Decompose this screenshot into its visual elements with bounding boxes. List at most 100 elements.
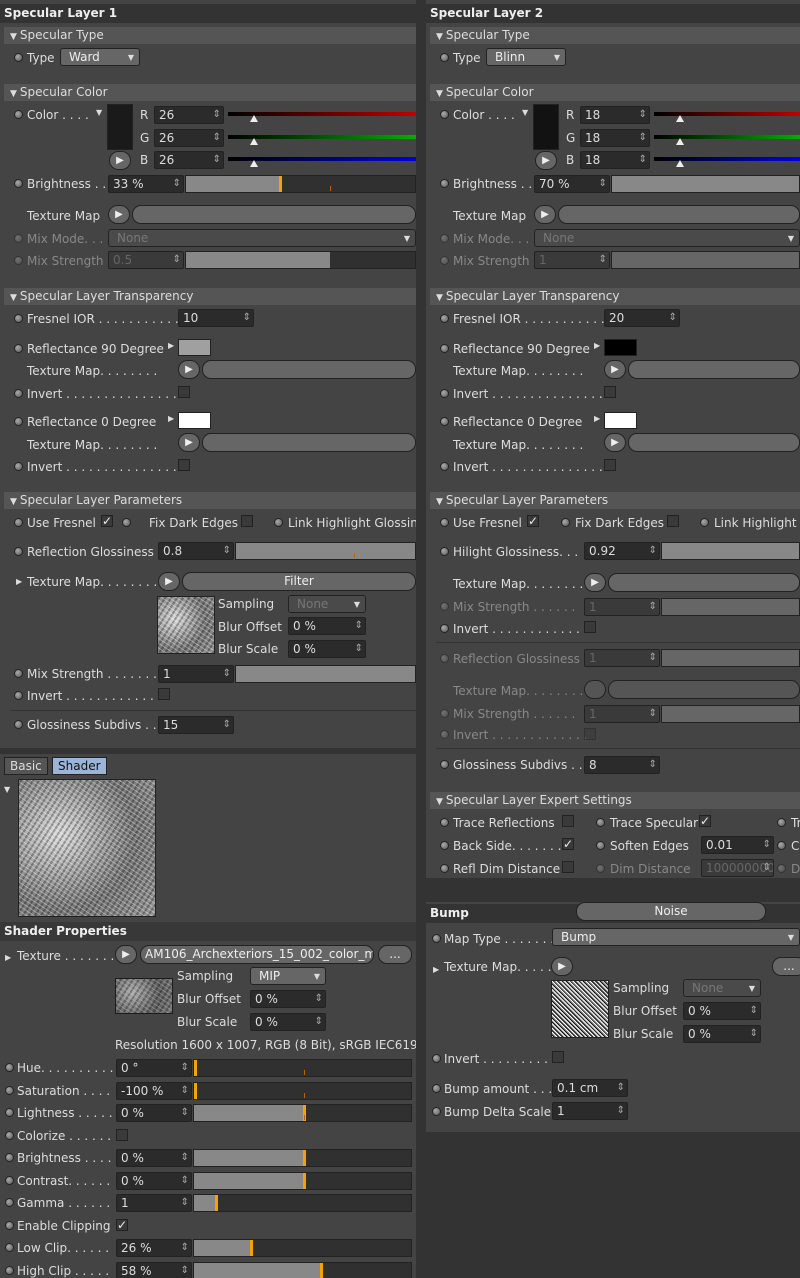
texture-map-slot[interactable] bbox=[628, 360, 800, 379]
radio-icon[interactable] bbox=[5, 1063, 14, 1072]
reflectance-0-swatch[interactable] bbox=[604, 412, 637, 429]
radio-icon[interactable] bbox=[14, 669, 23, 678]
radio-icon[interactable] bbox=[440, 730, 449, 739]
blur-offset-input[interactable]: 0 % bbox=[683, 1002, 761, 1020]
radio-icon[interactable] bbox=[122, 518, 131, 527]
radio-icon[interactable] bbox=[777, 818, 786, 827]
tab-basic[interactable]: Basic bbox=[4, 757, 48, 775]
invert-checkbox[interactable] bbox=[158, 688, 170, 700]
adjust-input[interactable]: 0 % bbox=[116, 1104, 192, 1122]
colorize-checkbox[interactable] bbox=[116, 1129, 128, 1141]
filter-shader-button[interactable]: Filter bbox=[182, 572, 416, 591]
radio-icon[interactable] bbox=[440, 841, 449, 850]
radio-icon[interactable] bbox=[700, 518, 709, 527]
radio-icon[interactable] bbox=[440, 110, 449, 119]
mix-strength-input[interactable]: 1 bbox=[158, 665, 234, 683]
invert-checkbox[interactable] bbox=[584, 621, 596, 633]
texture-file-button[interactable]: AM106_Archexteriors_15_002_color_me bbox=[140, 945, 374, 964]
expand-arrow-icon[interactable]: ▶ bbox=[604, 360, 626, 379]
hilight-glossiness-input[interactable]: 0.92 bbox=[584, 542, 660, 560]
radio-icon[interactable] bbox=[14, 179, 23, 188]
radio-icon[interactable] bbox=[14, 462, 23, 471]
g-input[interactable]: 26 bbox=[154, 129, 224, 147]
radio-icon[interactable] bbox=[5, 1131, 14, 1140]
expand-arrow-icon[interactable]: ▶ bbox=[115, 945, 137, 964]
reflection-glossiness-slider[interactable] bbox=[235, 542, 416, 560]
r-slider[interactable] bbox=[228, 106, 416, 124]
sampling-dropdown[interactable]: None bbox=[288, 595, 366, 613]
g-slider[interactable] bbox=[654, 129, 800, 147]
refl-dim-distance-checkbox[interactable] bbox=[562, 861, 574, 873]
fresnel-ior-input[interactable]: 20 bbox=[604, 309, 680, 327]
glossiness-subdivs-input[interactable]: 15 bbox=[158, 716, 234, 734]
brightness-slider[interactable] bbox=[185, 175, 416, 193]
section-specular-type[interactable]: ▼ Specular Type bbox=[4, 27, 416, 44]
blur-scale-input[interactable]: 0 % bbox=[288, 640, 366, 658]
texture-map-slot[interactable] bbox=[202, 360, 416, 379]
color-swatch[interactable] bbox=[107, 104, 133, 150]
radio-icon[interactable] bbox=[440, 654, 449, 663]
radio-icon[interactable] bbox=[440, 417, 449, 426]
radio-icon[interactable] bbox=[14, 720, 23, 729]
use-fresnel-checkbox[interactable]: ✓ bbox=[527, 515, 539, 527]
adjust-input[interactable]: -100 % bbox=[116, 1082, 192, 1100]
radio-icon[interactable] bbox=[440, 709, 449, 718]
g-input[interactable]: 18 bbox=[580, 129, 650, 147]
texture-map-slot[interactable] bbox=[202, 433, 416, 452]
fix-dark-edges-checkbox[interactable] bbox=[667, 515, 679, 527]
trace-specular-checkbox[interactable]: ✓ bbox=[699, 815, 711, 827]
r-input[interactable]: 18 bbox=[580, 106, 650, 124]
texture-map-slot[interactable] bbox=[132, 205, 416, 224]
radio-icon[interactable] bbox=[14, 53, 23, 62]
b-input[interactable]: 18 bbox=[580, 151, 650, 169]
radio-icon[interactable] bbox=[596, 818, 605, 827]
browse-button[interactable]: ... bbox=[378, 945, 412, 964]
radio-icon[interactable] bbox=[14, 547, 23, 556]
radio-icon[interactable] bbox=[5, 1086, 14, 1095]
use-fresnel-checkbox[interactable]: ✓ bbox=[101, 515, 113, 527]
bump-delta-scale-input[interactable]: 1 bbox=[552, 1102, 628, 1120]
adjust-input[interactable]: 0 ° bbox=[116, 1059, 192, 1077]
invert-checkbox[interactable] bbox=[584, 728, 596, 740]
radio-icon[interactable] bbox=[5, 1198, 14, 1207]
radio-icon[interactable] bbox=[5, 1266, 14, 1275]
slider-knob[interactable] bbox=[320, 1263, 323, 1278]
b-slider[interactable] bbox=[654, 151, 800, 169]
section-parameters[interactable]: ▼ Specular Layer Parameters bbox=[430, 492, 800, 509]
radio-icon[interactable] bbox=[777, 864, 786, 873]
tab-shader[interactable]: Shader bbox=[52, 757, 107, 775]
radio-icon[interactable] bbox=[440, 760, 449, 769]
glossiness-subdivs-input[interactable]: 8 bbox=[584, 756, 660, 774]
expand-arrow-icon[interactable]: ▶ bbox=[534, 205, 556, 224]
slider-knob[interactable] bbox=[250, 1240, 253, 1256]
hilight-glossiness-slider[interactable] bbox=[661, 542, 800, 560]
radio-icon[interactable] bbox=[440, 462, 449, 471]
trace-reflections-checkbox[interactable] bbox=[562, 815, 574, 827]
reflection-glossiness-input[interactable]: 1 bbox=[584, 649, 660, 667]
adjust-slider[interactable] bbox=[193, 1262, 412, 1278]
type-dropdown[interactable]: Blinn bbox=[486, 48, 566, 66]
adjust-input[interactable]: 0 % bbox=[116, 1172, 192, 1190]
expand-arrow-icon[interactable]: ▶ bbox=[535, 151, 557, 170]
radio-icon[interactable] bbox=[14, 234, 23, 243]
mix-mode-dropdown[interactable]: None bbox=[534, 229, 800, 247]
triangle-right-icon[interactable]: ▶ bbox=[16, 574, 22, 590]
radio-icon[interactable] bbox=[5, 1176, 14, 1185]
section-specular-color[interactable]: ▼ Specular Color bbox=[430, 84, 800, 101]
mix-strength-slider[interactable] bbox=[185, 251, 416, 269]
blur-scale-input[interactable]: 0 % bbox=[250, 1013, 326, 1031]
radio-icon[interactable] bbox=[14, 417, 23, 426]
radio-icon[interactable] bbox=[440, 344, 449, 353]
slider-knob[interactable] bbox=[303, 1173, 306, 1189]
radio-icon[interactable] bbox=[14, 691, 23, 700]
radio-icon[interactable] bbox=[440, 864, 449, 873]
mix-strength-input[interactable]: 0.5 bbox=[108, 251, 184, 269]
expand-arrow-icon[interactable]: ▶ bbox=[551, 957, 573, 976]
dim-distance-input[interactable]: 100000000 bbox=[701, 859, 774, 877]
adjust-input[interactable]: 58 % bbox=[116, 1262, 192, 1278]
fresnel-ior-input[interactable]: 10 bbox=[178, 309, 254, 327]
radio-icon[interactable] bbox=[440, 234, 449, 243]
type-dropdown[interactable]: Ward bbox=[60, 48, 140, 66]
expand-arrow-icon[interactable]: ▶ bbox=[604, 433, 626, 452]
adjust-input[interactable]: 1 bbox=[116, 1194, 192, 1212]
